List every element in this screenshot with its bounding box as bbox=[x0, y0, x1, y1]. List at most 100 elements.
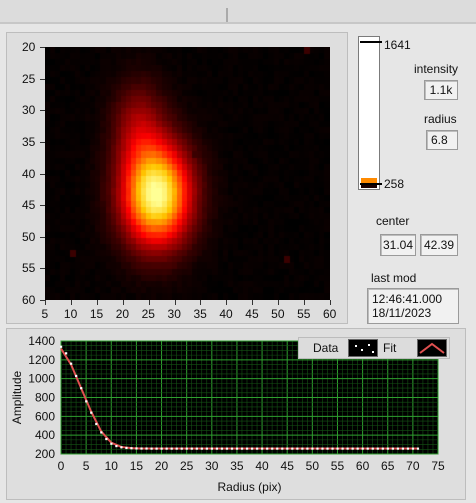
image-y-tick-label: 55 bbox=[22, 261, 36, 276]
image-y-tick-label: 30 bbox=[22, 103, 36, 118]
data-point bbox=[406, 447, 410, 450]
data-point bbox=[331, 447, 334, 450]
data-point bbox=[401, 447, 405, 450]
legend-data-swatch[interactable] bbox=[348, 339, 378, 357]
data-point bbox=[205, 447, 208, 450]
colorbar-min-marker[interactable] bbox=[360, 183, 382, 185]
image-y-tick-mark bbox=[40, 110, 45, 112]
data-point bbox=[160, 447, 163, 450]
chart-y-tick-label: 800 bbox=[35, 391, 55, 405]
top-separator bbox=[0, 22, 476, 24]
data-point bbox=[256, 447, 259, 450]
image-x-tick-label: 35 bbox=[193, 307, 207, 321]
chart-x-tick-label: 55 bbox=[331, 459, 345, 473]
radius-label: radius bbox=[424, 112, 457, 126]
data-point bbox=[85, 400, 88, 403]
data-point bbox=[316, 447, 319, 450]
image-x-tick-mark bbox=[45, 300, 46, 305]
image-x-tick-label: 40 bbox=[219, 307, 233, 321]
colorbar-max-label: 1641 bbox=[384, 38, 411, 52]
center-label: center bbox=[376, 214, 410, 228]
image-y-tick-label: 20 bbox=[22, 40, 36, 54]
image-x-tick-mark bbox=[122, 300, 124, 305]
colorbar-min-label: 258 bbox=[384, 177, 405, 191]
data-point bbox=[110, 442, 113, 445]
legend-fit-line-icon bbox=[419, 342, 445, 354]
data-point bbox=[170, 447, 173, 450]
image-x-tick-label: 15 bbox=[89, 307, 104, 321]
chart-y-tick-label: 1400 bbox=[28, 334, 55, 348]
data-point bbox=[386, 447, 389, 450]
chart-y-tick-label: 1000 bbox=[28, 372, 55, 386]
data-point bbox=[240, 447, 244, 450]
data-point bbox=[381, 447, 384, 450]
last-mod-value: 12:46:41.000 18/11/2023 bbox=[367, 288, 459, 324]
last-mod-date: 18/11/2023 bbox=[372, 306, 432, 320]
data-point bbox=[140, 447, 143, 450]
image-y-tick-mark bbox=[40, 141, 45, 143]
data-point bbox=[185, 447, 188, 450]
image-y-tick-mark bbox=[40, 173, 45, 175]
data-point bbox=[155, 447, 158, 450]
colorbar[interactable] bbox=[358, 36, 380, 190]
chart-y-tick-label: 200 bbox=[35, 447, 55, 461]
image-x-tick-label: 60 bbox=[323, 307, 337, 321]
image-x-tick-label: 50 bbox=[271, 307, 285, 321]
colorbar-max-marker[interactable] bbox=[360, 41, 382, 43]
data-point bbox=[175, 447, 178, 450]
intensity-image[interactable] bbox=[45, 47, 330, 300]
image-x-tick-label: 55 bbox=[297, 307, 311, 321]
image-y-tick-label: 40 bbox=[22, 166, 36, 181]
data-point bbox=[225, 447, 229, 450]
data-point bbox=[165, 447, 168, 450]
chart-y-tick-label: 600 bbox=[35, 409, 55, 423]
intensity-value: 1.1k bbox=[424, 80, 458, 100]
data-point bbox=[411, 447, 415, 450]
chart-legend[interactable]: Data Fit bbox=[298, 337, 450, 359]
data-point bbox=[60, 345, 63, 348]
data-point bbox=[291, 447, 294, 450]
data-point bbox=[210, 447, 213, 450]
image-x-tick-mark bbox=[252, 300, 254, 305]
data-point bbox=[271, 447, 274, 450]
legend-data-dot bbox=[361, 349, 363, 351]
data-point bbox=[220, 447, 224, 450]
chart-x-tick-label: 75 bbox=[431, 459, 445, 473]
last-mod-label: last mod bbox=[371, 271, 417, 285]
image-x-tick-mark bbox=[304, 300, 306, 305]
data-point bbox=[321, 447, 324, 450]
image-x-tick-mark bbox=[96, 300, 98, 305]
image-x-tick-label: 45 bbox=[245, 307, 259, 321]
data-point bbox=[135, 447, 138, 450]
data-point bbox=[336, 447, 339, 450]
chart-x-tick-label: 10 bbox=[105, 459, 119, 473]
image-x-tick-mark bbox=[174, 300, 176, 305]
data-point bbox=[75, 374, 78, 378]
image-x-tick-mark bbox=[226, 300, 228, 305]
data-point bbox=[301, 447, 304, 450]
legend-fit-swatch[interactable] bbox=[417, 339, 447, 357]
data-point bbox=[80, 387, 83, 390]
chart-x-tick-label: 0 bbox=[58, 459, 65, 473]
data-point bbox=[361, 447, 364, 450]
image-x-tick-label: 10 bbox=[63, 307, 78, 321]
image-y-tick-mark bbox=[40, 47, 45, 48]
data-point bbox=[115, 444, 118, 448]
data-point bbox=[125, 446, 128, 450]
radius-value: 6.8 bbox=[426, 130, 458, 150]
chart-x-tick-label: 60 bbox=[356, 459, 370, 473]
chart-y-tick-label: 400 bbox=[35, 428, 55, 442]
data-point bbox=[281, 447, 284, 450]
chart-x-tick-label: 15 bbox=[130, 459, 144, 473]
chart-x-tick-label: 20 bbox=[155, 459, 169, 473]
data-point bbox=[366, 447, 369, 450]
data-point bbox=[130, 447, 133, 450]
image-y-tick-label: 45 bbox=[22, 198, 36, 213]
chart-x-axis-label: Radius (pix) bbox=[217, 480, 281, 494]
chart-x-tick-label: 65 bbox=[381, 459, 395, 473]
image-y-tick-label: 25 bbox=[22, 71, 36, 86]
data-point bbox=[215, 447, 219, 450]
data-point bbox=[190, 447, 193, 450]
data-point bbox=[100, 431, 103, 434]
intensity-label: intensity bbox=[414, 62, 459, 76]
